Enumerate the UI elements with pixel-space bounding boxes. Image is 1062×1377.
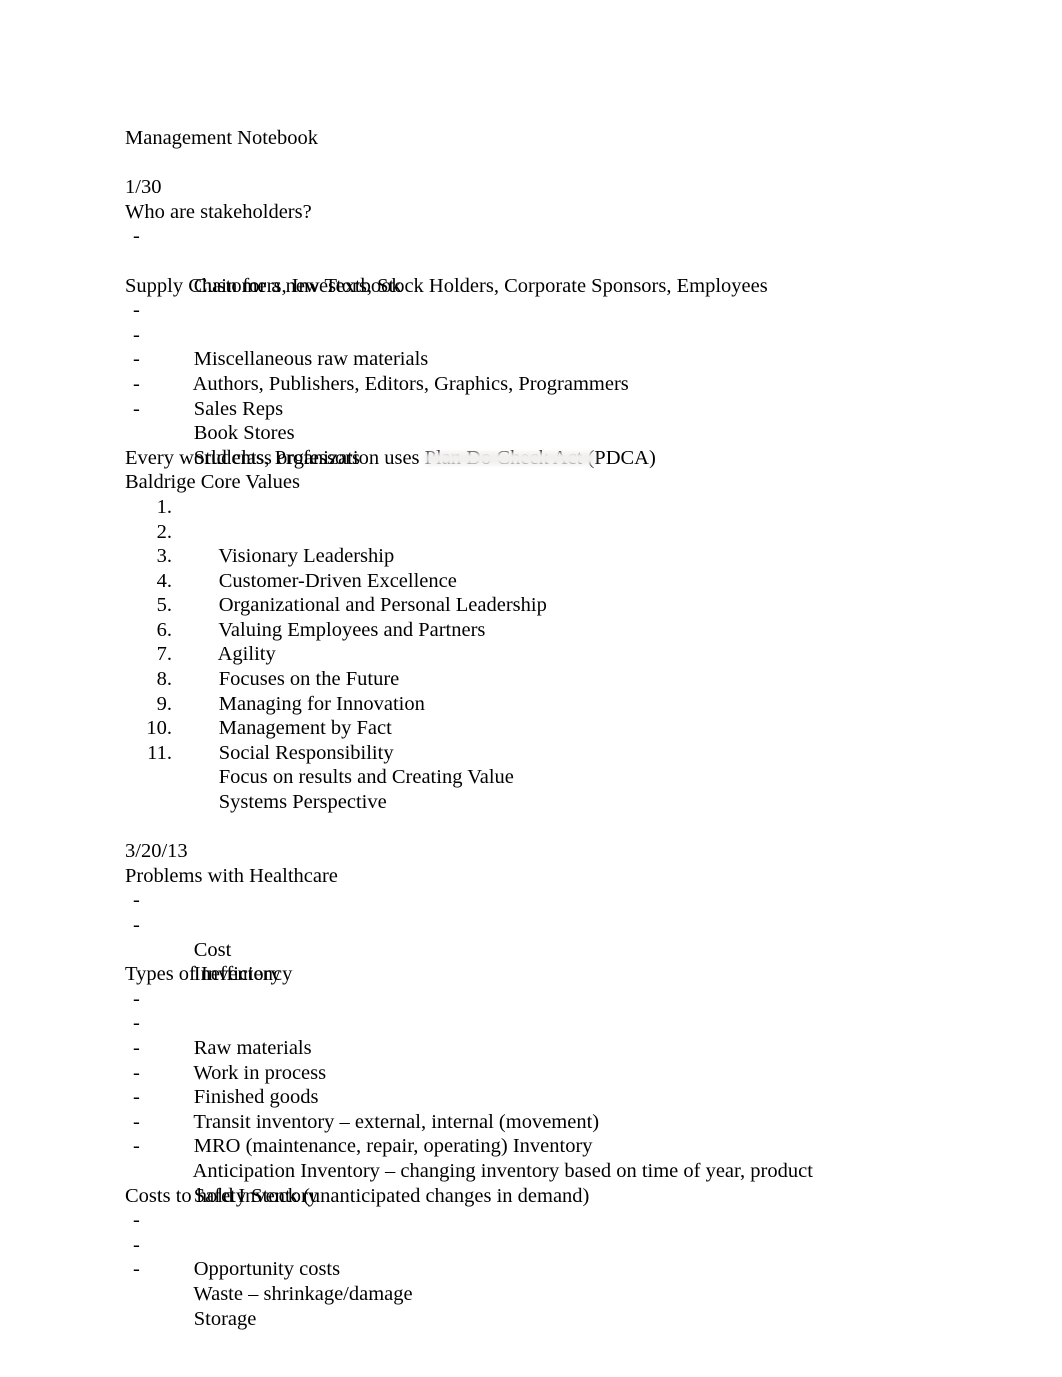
list-item-label: Waste – shrinkage/damage [193, 1282, 413, 1305]
numbered-list-item: 2. Customer-Driven Excellence [125, 520, 945, 592]
list-number: 8. [156, 668, 172, 691]
list-item: - Miscellaneous raw materials [125, 298, 945, 370]
dash-bullet-icon: - [133, 1258, 140, 1281]
list-number: 1. [156, 495, 172, 518]
dash-bullet-icon: - [133, 397, 140, 420]
list-item: - Authors, Publishers, Editors, Graphics… [125, 323, 945, 395]
list-number: 6. [156, 618, 172, 641]
list-item-label: Storage [193, 1307, 257, 1330]
heading-problems-with-healthcare: Problems with Healthcare [125, 864, 338, 887]
heading-baldrige-core-values: Baldrige Core Values [125, 471, 300, 494]
list-item-label: Students, Professors [193, 446, 361, 469]
dash-bullet-icon: - [133, 1061, 140, 1084]
dash-bullet-icon: - [133, 1110, 140, 1133]
numbered-list-item: 9. Social Responsibility [125, 692, 945, 764]
dash-bullet-icon: - [133, 1086, 140, 1109]
list-number: 3. [156, 545, 172, 568]
section-date-2: 3/20/13 [125, 840, 188, 863]
list-item: - Safety Stock (unanticipated changes in… [125, 1134, 945, 1206]
document-body: Management Notebook 1/30 Who are stakeho… [125, 126, 945, 1330]
list-number: 4. [156, 569, 172, 592]
numbered-list-item: 8. Management by Fact [125, 667, 945, 739]
dash-bullet-icon: - [133, 889, 140, 912]
dash-bullet-icon: - [133, 225, 140, 248]
dash-bullet-icon: - [133, 987, 140, 1010]
numbered-list-item: 6. Focuses on the Future [125, 618, 945, 690]
list-item: - Work in process [125, 1011, 945, 1083]
dash-bullet-icon: - [133, 1135, 140, 1158]
dash-bullet-icon: - [133, 348, 140, 371]
list-item-label: Inefficiency [193, 963, 293, 986]
list-item-label: Cost [193, 938, 232, 961]
numbered-list-item: 11. Systems Perspective [125, 741, 945, 813]
list-item-label: Customers, Investors, Stock Holders, Cor… [193, 274, 768, 297]
list-item: - Students, Professors [125, 397, 945, 469]
list-item: - Raw materials [125, 987, 945, 1059]
numbered-list-item: 1. Visionary Leadership [125, 495, 945, 567]
numbered-list-item: 5. Agility [125, 593, 945, 665]
list-number: 5. [156, 594, 172, 617]
list-item: - MRO (maintenance, repair, operating) I… [125, 1085, 945, 1157]
numbered-list-item: 7. Managing for Innovation [125, 642, 945, 714]
list-number: 2. [156, 520, 172, 543]
list-number: 11. [147, 741, 172, 764]
list-item: - Storage [125, 1257, 945, 1329]
dash-bullet-icon: - [133, 1012, 140, 1035]
dash-bullet-icon: - [133, 1209, 140, 1232]
dash-bullet-icon: - [133, 1233, 140, 1256]
list-item: - Transit inventory – external, internal… [125, 1061, 945, 1133]
section-date-1: 1/30 [125, 176, 162, 199]
dash-bullet-icon: - [133, 372, 140, 395]
list-item: - Inefficiency [125, 913, 945, 985]
list-item: - Cost [125, 888, 945, 960]
document-page: Management Notebook 1/30 Who are stakeho… [0, 0, 1062, 1377]
dash-bullet-icon: - [133, 323, 140, 346]
list-item-label: Safety Stock (unanticipated changes in d… [193, 1184, 590, 1207]
list-number: 10. [146, 717, 172, 740]
dash-bullet-icon: - [133, 914, 140, 936]
document-title: Management Notebook [125, 127, 318, 149]
list-item-label: Book Stores [193, 422, 295, 445]
numbered-list-item: 10. Focus on results and Creating Value [125, 716, 945, 788]
list-item: - Customers, Investors, Stock Holders, C… [125, 224, 945, 296]
list-item-label: Anticipation Inventory – changing invent… [192, 1159, 813, 1182]
list-item: - Finished goods [125, 1036, 945, 1108]
heading-who-are-stakeholders: Who are stakeholders? [125, 200, 312, 223]
list-number: 9. [156, 692, 172, 715]
list-item: - Waste – shrinkage/damage [125, 1233, 945, 1305]
numbered-list-item-label: Systems Perspective [218, 791, 387, 814]
numbered-list-item: 4. Valuing Employees and Partners [125, 569, 945, 641]
dash-bullet-icon: - [133, 1036, 140, 1059]
dash-bullet-icon: - [133, 299, 140, 322]
list-item: - Opportunity costs [125, 1208, 945, 1280]
list-number: 7. [156, 643, 172, 666]
list-item: - Anticipation Inventory – changing inve… [125, 1110, 945, 1182]
numbered-list-item: 3. Organizational and Personal Leadershi… [125, 544, 945, 616]
numbered-list-item-label: Focus on results and Creating Value [218, 766, 514, 789]
list-item: - Book Stores [125, 372, 945, 444]
list-item: - Sales Reps [125, 347, 945, 419]
